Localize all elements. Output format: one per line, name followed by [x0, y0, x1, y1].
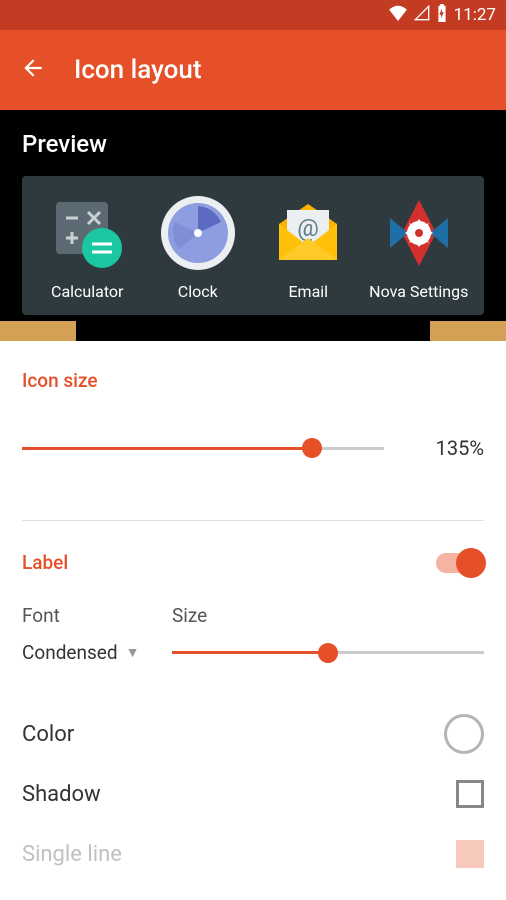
single-line-checkbox[interactable]	[456, 840, 484, 868]
font-column-header: Font	[22, 604, 172, 627]
app-item-clock[interactable]: Clock	[143, 194, 253, 301]
app-label: Clock	[178, 282, 218, 301]
size-column-header: Size	[172, 604, 207, 627]
single-line-row[interactable]: Single line	[22, 824, 484, 884]
status-time: 11:27	[454, 5, 496, 25]
shadow-row[interactable]: Shadow	[22, 764, 484, 824]
preview-section: Preview Calculator	[0, 110, 506, 341]
battery-icon	[436, 4, 448, 27]
label-toggle[interactable]	[436, 553, 484, 573]
app-bar: Icon layout	[0, 30, 506, 110]
app-label: Calculator	[51, 282, 123, 301]
clock-icon	[159, 194, 237, 272]
color-swatch[interactable]	[444, 714, 484, 754]
app-item-email[interactable]: @ Email	[253, 194, 363, 301]
chevron-down-icon: ▼	[126, 644, 140, 661]
font-dropdown[interactable]: Condensed ▼	[22, 641, 172, 664]
status-bar: 11:27	[0, 0, 506, 30]
app-label: Nova Settings	[369, 282, 468, 301]
color-row[interactable]: Color	[22, 704, 484, 764]
wifi-icon	[388, 5, 408, 26]
divider	[22, 520, 484, 521]
settings-list: Icon size 135% Label Font Size Condensed…	[0, 341, 506, 884]
preview-heading: Preview	[22, 130, 484, 158]
label-heading: Label	[22, 551, 68, 574]
shadow-checkbox[interactable]	[456, 780, 484, 808]
font-value: Condensed	[22, 641, 118, 664]
shadow-label: Shadow	[22, 782, 101, 807]
icon-size-row: 135%	[22, 436, 484, 460]
color-label: Color	[22, 722, 74, 747]
page-title: Icon layout	[74, 55, 202, 85]
app-item-calculator[interactable]: Calculator	[32, 194, 142, 301]
icon-size-value: 135%	[404, 436, 484, 460]
svg-text:@: @	[297, 214, 319, 242]
cell-signal-icon	[414, 5, 430, 26]
nova-settings-icon	[380, 194, 458, 272]
email-icon: @	[269, 194, 347, 272]
preview-panel: Calculator Clock @	[22, 176, 484, 315]
label-size-slider[interactable]	[172, 651, 484, 654]
app-label: Email	[288, 282, 328, 301]
icon-size-heading: Icon size	[22, 369, 484, 392]
app-item-nova-settings[interactable]: Nova Settings	[364, 194, 474, 301]
back-button[interactable]	[20, 55, 46, 85]
calculator-icon	[48, 194, 126, 272]
icon-size-slider[interactable]	[22, 447, 384, 450]
single-line-label: Single line	[22, 842, 122, 867]
